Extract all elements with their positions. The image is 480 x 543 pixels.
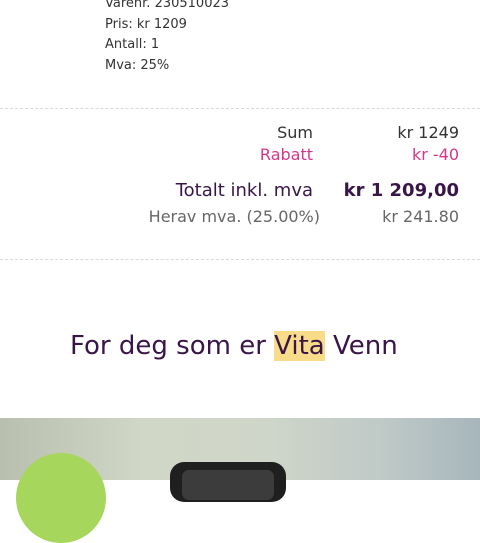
- vat-included-value: kr 241.80: [382, 207, 459, 226]
- vat-included-label: Herav mva. (25.00%): [148, 207, 320, 226]
- promo-heading: For deg som er Vita Venn: [70, 329, 398, 363]
- discount-value: kr -40: [411, 145, 459, 164]
- total-label: Totalt inkl. mva: [175, 180, 313, 201]
- divider-bottom: [0, 259, 480, 260]
- product-image: [170, 462, 286, 502]
- divider-top: [0, 108, 480, 109]
- total-value: kr 1 209,00: [343, 180, 459, 201]
- item-price: Pris: kr 1209: [105, 16, 187, 32]
- sum-label: Sum: [277, 123, 313, 142]
- badge-circle: [16, 453, 106, 543]
- item-quantity: Antall: 1: [105, 37, 160, 52]
- discount-label: Rabatt: [259, 145, 313, 164]
- product-screen: [182, 470, 274, 500]
- promo-banner[interactable]: [0, 418, 480, 543]
- promo-suffix: Venn: [324, 331, 398, 361]
- promo-highlight: Vita: [274, 331, 325, 361]
- item-sku: Varenr. 230510023: [105, 0, 230, 11]
- item-vat: Mva: 25%: [105, 57, 170, 73]
- item-details: Varenr. 230510023 Pris: kr 1209 Antall: …: [105, 0, 229, 76]
- sum-value: kr 1249: [397, 123, 459, 142]
- promo-prefix: For deg som er: [70, 331, 275, 361]
